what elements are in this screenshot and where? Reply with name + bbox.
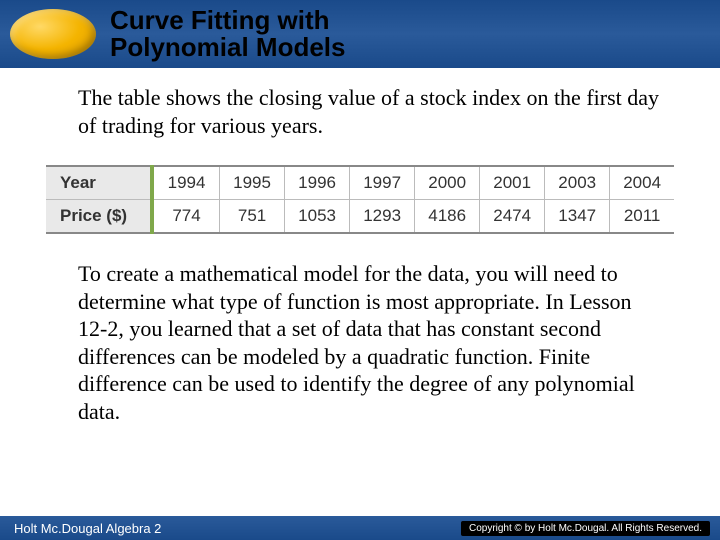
data-table: Year 1994 1995 1996 1997 2000 2001 2003 …: [46, 165, 674, 234]
header-bar: Curve Fitting with Polynomial Models: [0, 0, 720, 68]
table-row: Price ($) 774 751 1053 1293 4186 2474 13…: [46, 200, 674, 234]
cell: 2000: [415, 166, 480, 200]
title-line-1: Curve Fitting with: [110, 5, 330, 35]
cell: 1293: [350, 200, 415, 234]
cell: 2004: [610, 166, 674, 200]
table-row: Year 1994 1995 1996 1997 2000 2001 2003 …: [46, 166, 674, 200]
page-title: Curve Fitting with Polynomial Models: [110, 7, 346, 62]
cell: 4186: [415, 200, 480, 234]
row-header-year: Year: [46, 166, 152, 200]
data-table-container: Year 1994 1995 1996 1997 2000 2001 2003 …: [46, 165, 674, 234]
cell: 2003: [545, 166, 610, 200]
cell: 1997: [350, 166, 415, 200]
intro-paragraph: The table shows the closing value of a s…: [0, 68, 720, 139]
footer-copyright: Copyright © by Holt Mc.Dougal. All Right…: [461, 521, 710, 536]
cell: 1347: [545, 200, 610, 234]
footer-left-text: Holt Mc.Dougal Algebra 2: [14, 521, 161, 536]
row-header-price: Price ($): [46, 200, 152, 234]
cell: 1994: [152, 166, 220, 200]
body-paragraph: To create a mathematical model for the d…: [0, 234, 720, 425]
title-line-2: Polynomial Models: [110, 32, 346, 62]
cell: 1995: [220, 166, 285, 200]
cell: 774: [152, 200, 220, 234]
cell: 2474: [480, 200, 545, 234]
cell: 1996: [285, 166, 350, 200]
cell: 2011: [610, 200, 674, 234]
cell: 1053: [285, 200, 350, 234]
cell: 2001: [480, 166, 545, 200]
cell: 751: [220, 200, 285, 234]
footer-bar: Holt Mc.Dougal Algebra 2 Copyright © by …: [0, 516, 720, 540]
header-oval-icon: [10, 9, 96, 59]
